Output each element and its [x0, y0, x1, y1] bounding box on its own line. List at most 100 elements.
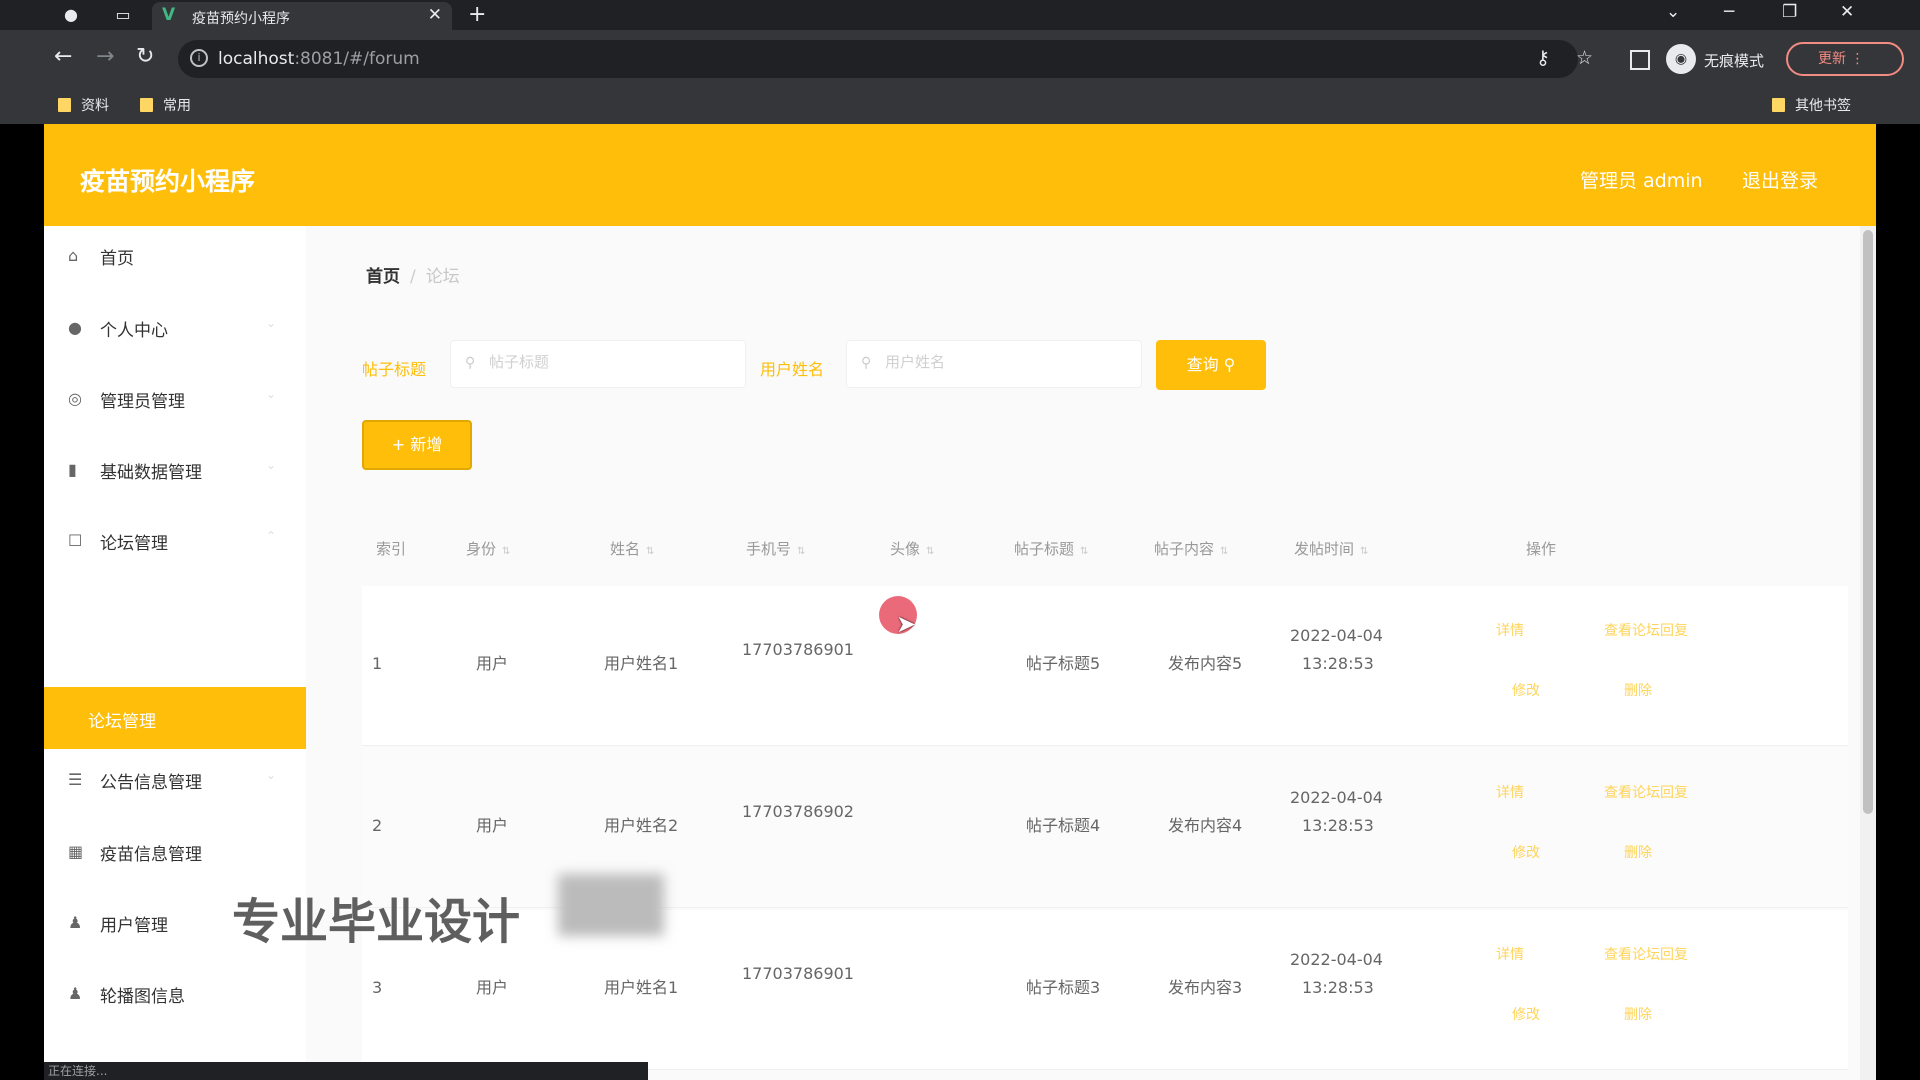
username-search-field[interactable]: ⚲: [846, 340, 1142, 388]
forward-icon[interactable]: →: [96, 44, 114, 69]
column-header: 操作: [1526, 540, 1557, 558]
sidebar-item-basic-data[interactable]: ▮ 基础数据管理 ⌄: [44, 440, 306, 500]
side-panel-icon[interactable]: [1630, 50, 1650, 70]
breadcrumb-current: 论坛: [425, 267, 460, 287]
search-username-label: 用户姓名: [760, 360, 825, 379]
chevron-down-icon: ⌄: [265, 768, 276, 782]
cell-date: 2022-04-04: [1290, 788, 1383, 807]
password-key-icon[interactable]: ⚷: [1536, 47, 1550, 69]
sort-icon[interactable]: ⇅: [1220, 546, 1228, 557]
page-scrollbar[interactable]: [1860, 226, 1876, 1080]
sidebar-item-vaccines[interactable]: ▦ 疫苗信息管理: [44, 822, 306, 882]
bookmark-folder-1[interactable]: 资料: [58, 95, 109, 115]
cell-index: 3: [372, 978, 383, 997]
sidebar-item-carousel[interactable]: ♟ 轮播图信息: [44, 964, 306, 1024]
browser-status-bar: 正在连接...: [44, 1062, 648, 1080]
sidebar-item-announcements[interactable]: ☰ 公告信息管理 ⌄: [44, 750, 306, 810]
cell-phone: 17703786901: [742, 640, 854, 659]
column-header[interactable]: 手机号 ⇅: [746, 538, 805, 559]
new-tab-icon[interactable]: +: [468, 2, 486, 27]
tab-search-icon[interactable]: ▭: [112, 4, 134, 26]
column-header[interactable]: 姓名 ⇅: [610, 538, 654, 559]
column-header[interactable]: 头像 ⇅: [890, 538, 934, 559]
sort-icon[interactable]: ⇅: [502, 546, 510, 557]
detail-button[interactable]: 详情: [1496, 782, 1524, 802]
tab-list-icon[interactable]: ⌄: [1666, 2, 1680, 22]
cell-time: 13:28:53: [1302, 978, 1374, 997]
sort-icon[interactable]: ⇅: [646, 546, 654, 557]
view-replies-button[interactable]: 查看论坛回复: [1604, 620, 1688, 640]
sidebar-subitem-forum[interactable]: 论坛管理: [44, 687, 306, 749]
detail-button[interactable]: 详情: [1496, 944, 1524, 964]
sort-icon[interactable]: ⇅: [926, 546, 934, 557]
back-icon[interactable]: ←: [54, 44, 72, 69]
folder-icon: [1772, 98, 1785, 112]
column-header[interactable]: 帖子标题 ⇅: [1014, 538, 1088, 559]
sidebar-item-label: 首页: [100, 249, 134, 269]
breadcrumb: 首页 / 论坛: [366, 262, 460, 287]
edit-button[interactable]: 修改: [1512, 680, 1540, 700]
delete-button[interactable]: 删除: [1624, 842, 1652, 862]
add-button[interactable]: + 新增: [362, 420, 472, 470]
column-header[interactable]: 身份 ⇅: [466, 538, 510, 559]
window-close-icon[interactable]: ✕: [1840, 2, 1854, 22]
sort-icon[interactable]: ⇅: [1080, 546, 1088, 557]
sidebar-item-admin[interactable]: ◎ 管理员管理 ⌄: [44, 369, 306, 429]
breadcrumb-home[interactable]: 首页: [366, 267, 400, 287]
cell-content: 发布内容3: [1168, 978, 1243, 997]
logout-link[interactable]: 退出登录: [1742, 166, 1818, 193]
sidebar-item-home[interactable]: ⌂ 首页: [44, 226, 306, 286]
title-search-field[interactable]: ⚲: [450, 340, 746, 388]
reload-icon[interactable]: ↻: [136, 44, 154, 69]
edit-button[interactable]: 修改: [1512, 1004, 1540, 1024]
edit-button[interactable]: 修改: [1512, 842, 1540, 862]
cell-date: 2022-04-04: [1290, 626, 1383, 645]
update-button[interactable]: 更新 ⋮: [1786, 42, 1904, 76]
restore-icon[interactable]: ❐: [1782, 2, 1797, 22]
cell-content: 发布内容5: [1168, 654, 1243, 673]
detail-button[interactable]: 详情: [1496, 620, 1524, 640]
view-replies-button[interactable]: 查看论坛回复: [1604, 782, 1688, 802]
list-icon: ☰: [68, 770, 83, 789]
sidebar-item-label: 基础数据管理: [100, 463, 202, 483]
site-info-icon[interactable]: i: [190, 49, 208, 67]
browser-toolbar: ← → ↻ i localhost:8081/#/forum ⚷ ☆ ◉ 无痕模…: [0, 30, 1920, 88]
sort-icon[interactable]: ⇅: [1360, 546, 1368, 557]
admin-user-label: 管理员 admin: [1580, 170, 1703, 192]
browser-menu-icon[interactable]: ●: [60, 4, 82, 26]
chevron-up-icon: ⌃: [265, 529, 276, 543]
browser-tab[interactable]: V 疫苗预约小程序 ✕: [152, 2, 452, 30]
delete-button[interactable]: 删除: [1624, 680, 1652, 700]
cell-index: 2: [372, 816, 383, 835]
person-icon: ♟: [68, 913, 83, 932]
search-icon: ⚲: [861, 355, 872, 371]
column-header[interactable]: 帖子内容 ⇅: [1154, 538, 1228, 559]
incognito-icon[interactable]: ◉: [1666, 44, 1696, 74]
user-icon: ●: [68, 318, 82, 337]
tab-close-icon[interactable]: ✕: [428, 5, 442, 25]
cell-content: 发布内容4: [1168, 816, 1243, 835]
cell-time: 13:28:53: [1302, 654, 1374, 673]
sidebar-item-label: 个人中心: [100, 321, 168, 341]
cell-name: 用户姓名2: [604, 816, 679, 835]
delete-button[interactable]: 删除: [1624, 1004, 1652, 1024]
search-button[interactable]: 查询 ⚲: [1156, 340, 1266, 390]
cell-date: 2022-04-04: [1290, 950, 1383, 969]
view-replies-button[interactable]: 查看论坛回复: [1604, 944, 1688, 964]
breadcrumb-separator: /: [410, 267, 416, 287]
minimize-icon[interactable]: ─: [1724, 2, 1734, 22]
other-bookmarks[interactable]: 其他书签: [1772, 95, 1851, 115]
username-search-input[interactable]: [885, 353, 1125, 371]
sidebar-item-label: 疫苗信息管理: [100, 845, 202, 865]
bookmark-star-icon[interactable]: ☆: [1576, 47, 1593, 69]
address-bar[interactable]: i localhost:8081/#/forum ⚷ ☆: [178, 40, 1593, 78]
column-header[interactable]: 发帖时间 ⇅: [1294, 538, 1368, 559]
sidebar-item-profile[interactable]: ● 个人中心 ⌄: [44, 298, 306, 358]
title-search-input[interactable]: [489, 353, 729, 371]
bookmark-folder-2[interactable]: 常用: [140, 95, 191, 115]
sort-icon[interactable]: ⇅: [797, 546, 805, 557]
scrollbar-thumb[interactable]: [1863, 230, 1873, 814]
sidebar-item-forum[interactable]: ☐ 论坛管理 ⌃: [44, 511, 306, 571]
cell-role: 用户: [476, 654, 509, 673]
folder-icon: [58, 98, 71, 112]
